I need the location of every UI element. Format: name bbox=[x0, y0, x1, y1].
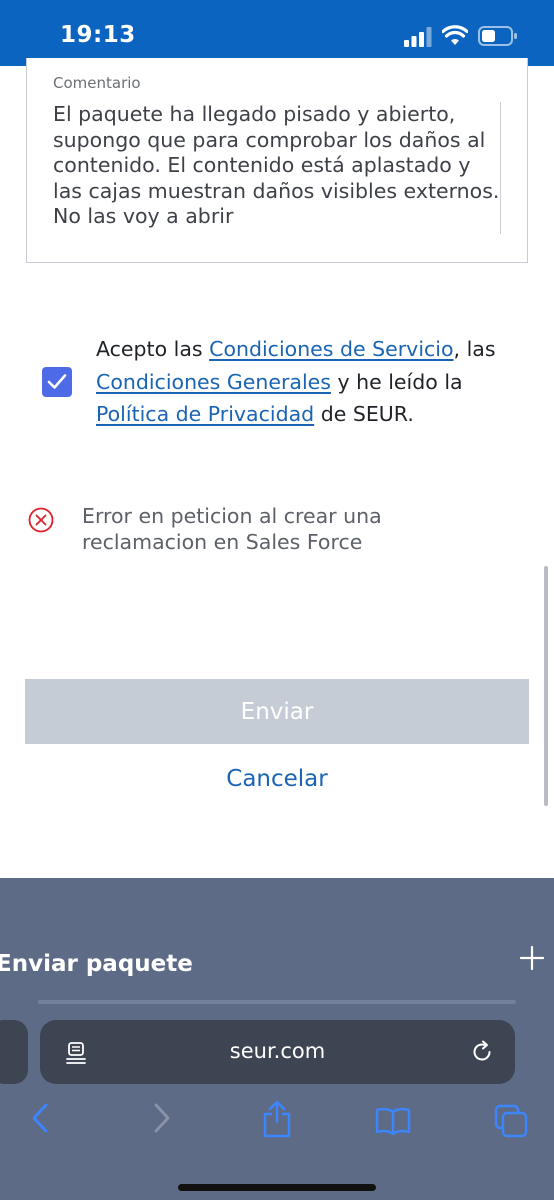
comment-scroll-indicator bbox=[500, 102, 501, 234]
url-text[interactable]: seur.com bbox=[40, 1039, 515, 1063]
browser-chrome: Enviar paquete seur.com bbox=[0, 878, 554, 1200]
cancel-link[interactable]: Cancelar bbox=[0, 766, 554, 792]
battery-icon bbox=[478, 26, 517, 46]
error-circle-icon bbox=[28, 507, 54, 533]
page-scrollbar[interactable] bbox=[544, 566, 548, 806]
reload-icon[interactable] bbox=[470, 1040, 494, 1064]
wifi-icon bbox=[442, 25, 468, 45]
comment-field[interactable]: Comentario El paquete ha llegado pisado … bbox=[26, 58, 528, 263]
terms-text-part: Acepto las bbox=[96, 337, 210, 361]
status-bar: 19:13 bbox=[0, 0, 554, 66]
comment-label: Comentario bbox=[53, 74, 141, 92]
general-conditions-link[interactable]: Condiciones Generales bbox=[96, 370, 331, 394]
new-tab-plus-icon[interactable] bbox=[520, 946, 544, 970]
terms-text: Acepto las Condiciones de Servicio, las … bbox=[96, 333, 536, 431]
checkmark-icon bbox=[47, 374, 67, 389]
home-indicator bbox=[178, 1184, 376, 1191]
terms-text-part: y he leído la bbox=[330, 369, 463, 394]
terms-text-part: de SEUR. bbox=[314, 402, 414, 426]
privacy-policy-link[interactable]: Política de Privacidad bbox=[96, 402, 314, 426]
tab-title[interactable]: Enviar paquete bbox=[0, 951, 193, 977]
error-message: Error en peticion al crear una reclamaci… bbox=[82, 504, 382, 554]
share-icon[interactable] bbox=[262, 1100, 292, 1138]
status-time: 19:13 bbox=[60, 22, 136, 48]
back-icon[interactable] bbox=[30, 1102, 52, 1134]
send-button[interactable]: Enviar bbox=[25, 679, 529, 744]
signal-icon bbox=[404, 27, 432, 47]
terms-checkbox[interactable] bbox=[42, 367, 72, 397]
terms-of-service-link[interactable]: Condiciones de Servicio bbox=[209, 337, 453, 361]
previous-tab-preview[interactable] bbox=[0, 1020, 28, 1084]
tabs-icon[interactable] bbox=[494, 1104, 528, 1138]
forward-icon[interactable] bbox=[150, 1102, 172, 1134]
terms-text-part: , las bbox=[453, 337, 496, 361]
bookmarks-icon[interactable] bbox=[375, 1107, 411, 1135]
address-bar[interactable]: seur.com bbox=[40, 1020, 515, 1084]
comment-text[interactable]: El paquete ha llegado pisado y abierto, … bbox=[53, 102, 505, 232]
tab-divider bbox=[38, 1000, 516, 1004]
